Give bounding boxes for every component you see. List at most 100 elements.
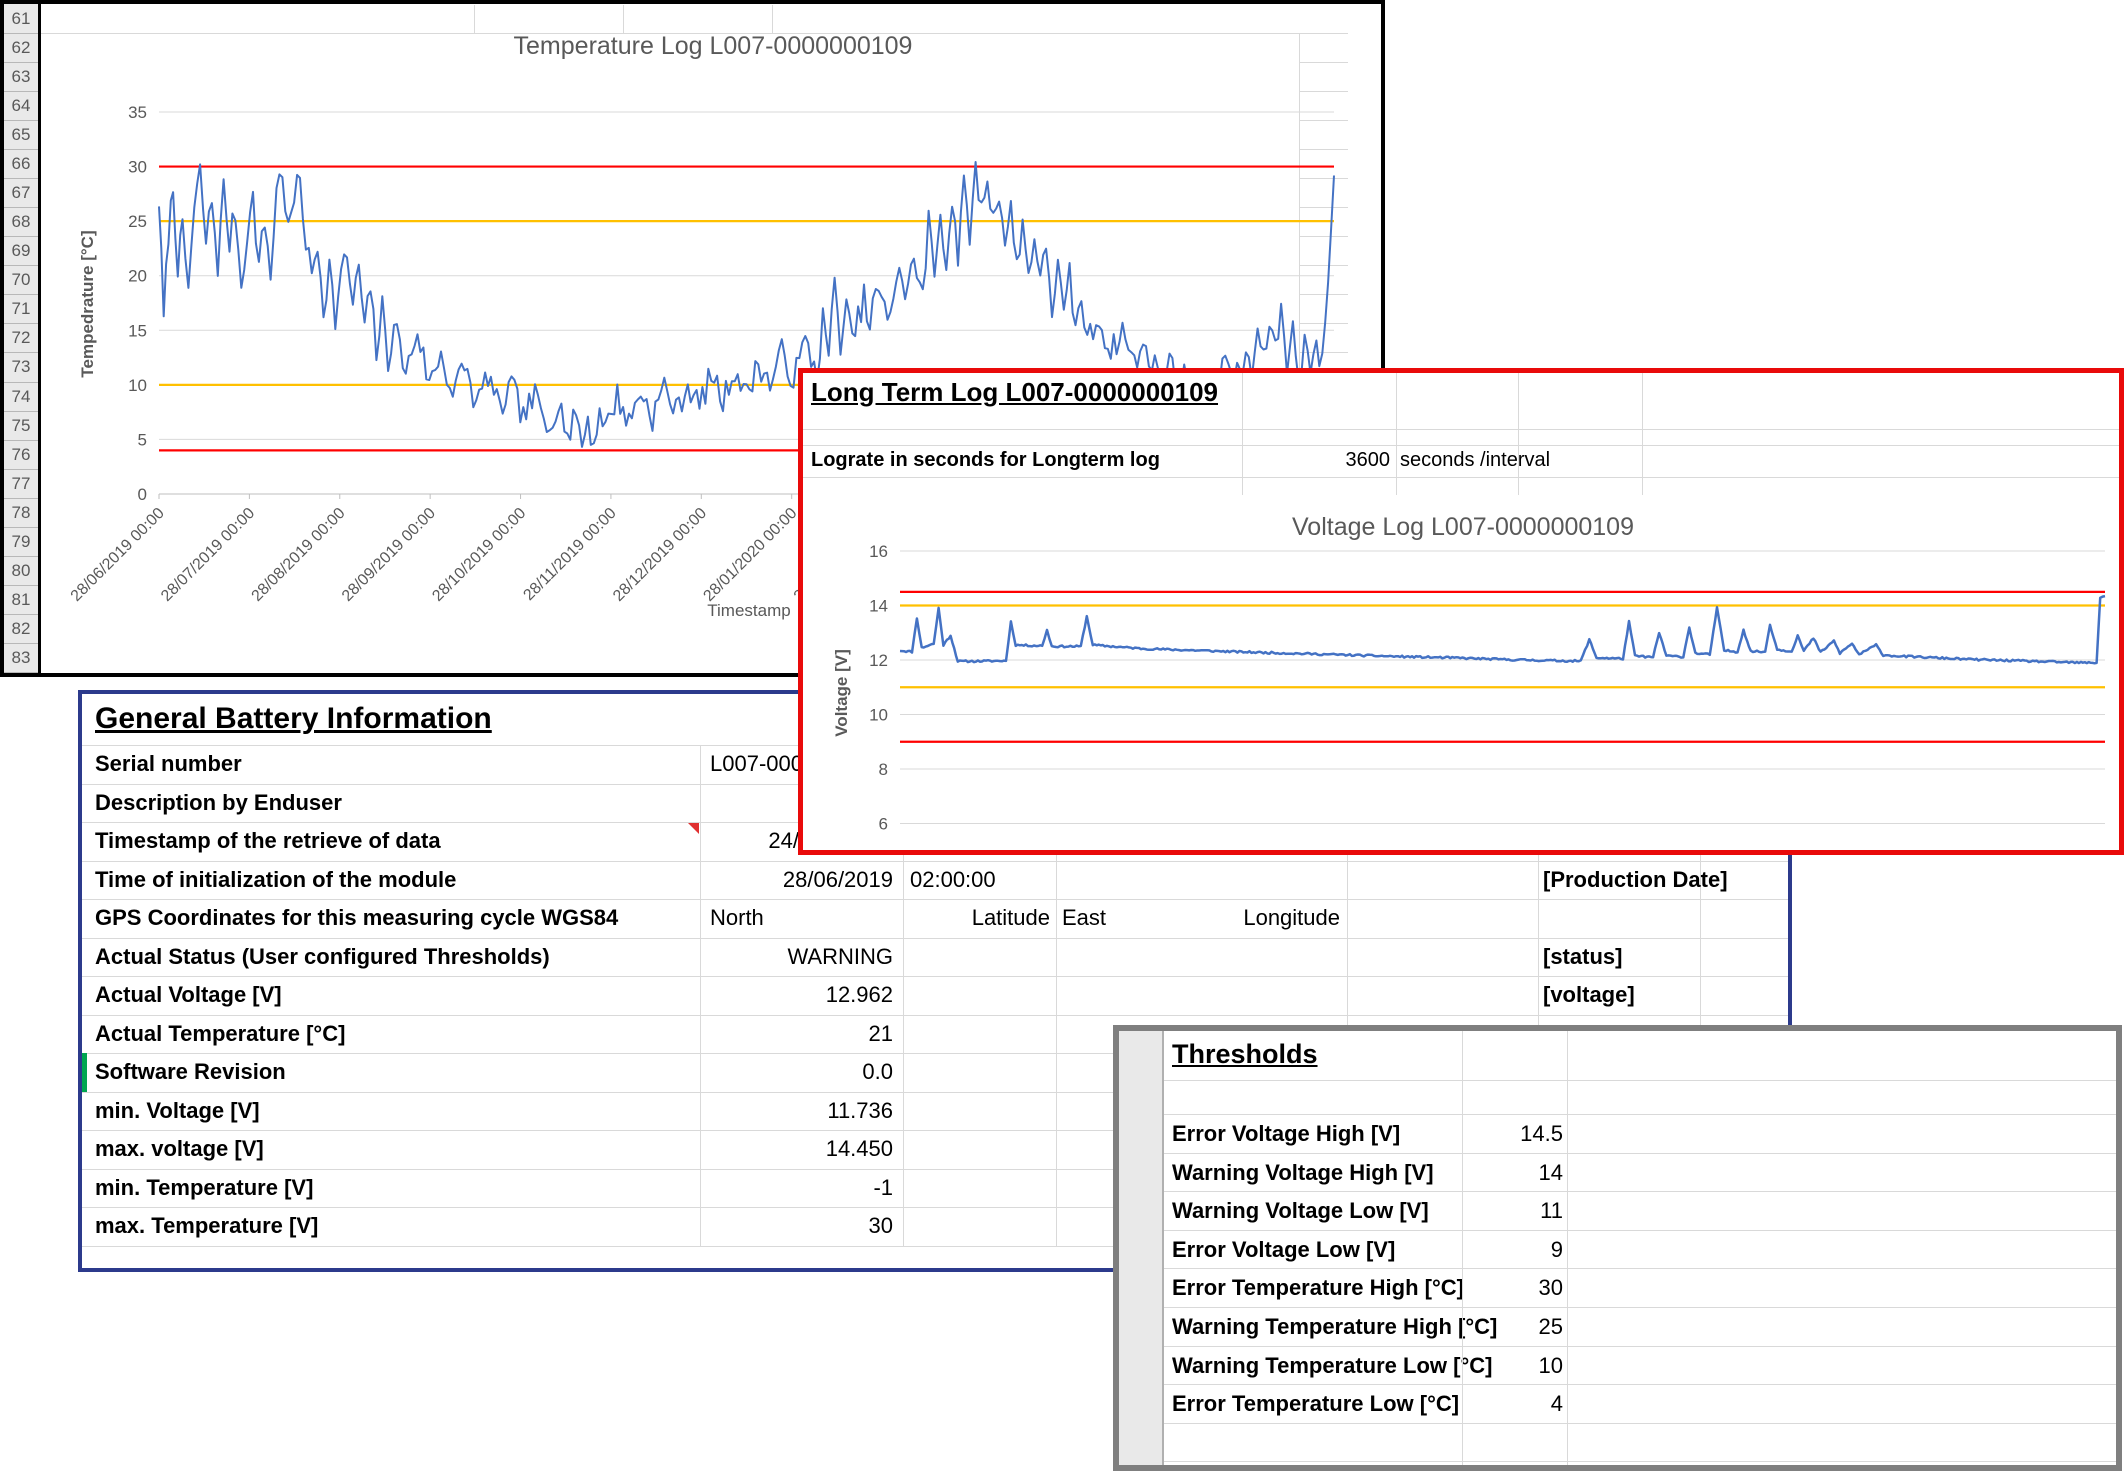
row-header-75[interactable]: 75 bbox=[4, 412, 38, 441]
thresholds-gutter-bg bbox=[1119, 1031, 1164, 1465]
svg-text:16: 16 bbox=[869, 542, 888, 561]
row-header-78[interactable]: 78 bbox=[4, 499, 38, 528]
threshold-value-error-voltage-high-v[interactable]: 14.5 bbox=[1363, 1121, 1563, 1147]
gridline bbox=[1164, 1268, 2116, 1269]
row-header-70[interactable]: 70 bbox=[4, 266, 38, 295]
battery-label-min-voltage-v[interactable]: min. Voltage [V] bbox=[95, 1098, 260, 1124]
gridline bbox=[82, 1015, 1788, 1016]
svg-text:14: 14 bbox=[869, 597, 888, 616]
row-header-81[interactable]: 81 bbox=[4, 586, 38, 615]
voltage-chart-svg: 6810121416Voltage Log L007-0000000109Vol… bbox=[803, 373, 2119, 850]
threshold-value-error-temperature-high-c[interactable]: 30 bbox=[1363, 1275, 1563, 1301]
battery-cell-c6-time-of-initialization-of-the-module[interactable]: [Production Date] bbox=[1543, 867, 1728, 893]
row-header-80[interactable]: 80 bbox=[4, 557, 38, 586]
thresholds-panel: 2223242526272829303132 ThresholdsError V… bbox=[1113, 1025, 2122, 1471]
row-header-71[interactable]: 71 bbox=[4, 295, 38, 324]
battery-value-actual-voltage-v[interactable]: 12.962 bbox=[582, 982, 893, 1008]
threshold-value-warning-voltage-high-v[interactable]: 14 bbox=[1363, 1160, 1563, 1186]
battery-value-max-voltage-v[interactable]: 14.450 bbox=[582, 1136, 893, 1162]
battery-cell-c4-gps-coordinates-for-this-measuring-cycle-wgs84[interactable]: East bbox=[1062, 905, 1106, 931]
svg-text:28/08/2019 00:00: 28/08/2019 00:00 bbox=[248, 505, 348, 605]
svg-text:25: 25 bbox=[128, 212, 147, 231]
battery-value-actual-temperature-c[interactable]: 21 bbox=[582, 1021, 893, 1047]
row-header-61[interactable]: 61 bbox=[4, 5, 38, 34]
thresholds-title[interactable]: Thresholds bbox=[1172, 1039, 1318, 1070]
row-header-72[interactable]: 72 bbox=[4, 324, 38, 353]
battery-label-time-of-initialization-of-the-module[interactable]: Time of initialization of the module bbox=[95, 867, 456, 893]
battery-cell-c6-actual-voltage-v[interactable]: [voltage] bbox=[1543, 982, 1635, 1008]
longterm-log-panel: Long Term Log L007-0000000109 Lograte in… bbox=[798, 368, 2124, 855]
battery-value-min-temperature-v[interactable]: -1 bbox=[582, 1175, 893, 1201]
gridline bbox=[1164, 1307, 2116, 1308]
row-header-83[interactable]: 83 bbox=[4, 644, 38, 673]
comment-marker bbox=[688, 823, 699, 834]
row-header-76[interactable]: 76 bbox=[4, 441, 38, 470]
row-header-67[interactable]: 67 bbox=[4, 179, 38, 208]
threshold-value-warning-temperature-high-c[interactable]: 25 bbox=[1363, 1314, 1563, 1340]
svg-text:Voltage Log L007-0000000109: Voltage Log L007-0000000109 bbox=[1292, 513, 1634, 541]
gridline bbox=[1164, 1230, 2116, 1231]
battery-value-gps-coordinates-for-this-measuring-cycle-wgs84[interactable]: North bbox=[710, 905, 764, 931]
gridline bbox=[82, 861, 1788, 862]
selection-marker bbox=[82, 1053, 87, 1092]
battery-value-software-revision[interactable]: 0.0 bbox=[582, 1059, 893, 1085]
battery-label-actual-voltage-v[interactable]: Actual Voltage [V] bbox=[95, 982, 282, 1008]
battery-value-min-voltage-v[interactable]: 11.736 bbox=[582, 1098, 893, 1124]
battery-value-max-temperature-v[interactable]: 30 bbox=[582, 1213, 893, 1239]
svg-text:10: 10 bbox=[869, 706, 888, 725]
battery-label-serial-number[interactable]: Serial number bbox=[95, 751, 242, 777]
gridline bbox=[1164, 1191, 2116, 1192]
threshold-value-warning-temperature-low-c[interactable]: 10 bbox=[1363, 1353, 1563, 1379]
battery-label-actual-temperature-c[interactable]: Actual Temperature [°C] bbox=[95, 1021, 345, 1047]
row-header-74[interactable]: 74 bbox=[4, 383, 38, 412]
battery-cell-c6-actual-status-user-configured-thresholds[interactable]: [status] bbox=[1543, 944, 1622, 970]
battery-value-time-of-initialization-of-the-module[interactable]: 28/06/2019 bbox=[582, 867, 893, 893]
battery-label-actual-status-user-configured-thresholds[interactable]: Actual Status (User configured Threshold… bbox=[95, 944, 550, 970]
gridline bbox=[1164, 1423, 2116, 1424]
svg-text:28/11/2019 00:00: 28/11/2019 00:00 bbox=[520, 505, 619, 604]
gridline bbox=[1164, 1384, 2116, 1385]
svg-text:12: 12 bbox=[869, 651, 888, 670]
battery-label-description-by-enduser[interactable]: Description by Enduser bbox=[95, 790, 342, 816]
gridline bbox=[82, 899, 1788, 900]
row-header-64[interactable]: 64 bbox=[4, 92, 38, 121]
svg-text:Temperature Log L007-00000001: Temperature Log L007-0000000109 bbox=[514, 32, 913, 60]
svg-text:28/10/2019 00:00: 28/10/2019 00:00 bbox=[429, 505, 529, 605]
battery-label-min-temperature-v[interactable]: min. Temperature [V] bbox=[95, 1175, 313, 1201]
row-header-79[interactable]: 79 bbox=[4, 528, 38, 557]
screenshot-canvas: 6162636465666768697071727374757677787980… bbox=[0, 0, 2126, 1473]
battery-value-actual-status-user-configured-thresholds[interactable]: WARNING bbox=[582, 944, 893, 970]
svg-text:28/09/2019 00:00: 28/09/2019 00:00 bbox=[339, 505, 439, 605]
row-header-63[interactable]: 63 bbox=[4, 63, 38, 92]
row-header-62[interactable]: 62 bbox=[4, 34, 38, 63]
battery-cell-c3-gps-coordinates-for-this-measuring-cycle-wgs84[interactable]: Latitude bbox=[910, 905, 1050, 931]
svg-text:Timestamp: Timestamp bbox=[707, 601, 790, 620]
temp-row-gutter: 6162636465666768697071727374757677787980… bbox=[4, 4, 41, 673]
threshold-value-error-voltage-low-v[interactable]: 9 bbox=[1363, 1237, 1563, 1263]
svg-text:28/01/2020 00:00: 28/01/2020 00:00 bbox=[700, 505, 800, 605]
row-header-73[interactable]: 73 bbox=[4, 353, 38, 382]
threshold-label-error-voltage-low-v[interactable]: Error Voltage Low [V] bbox=[1172, 1237, 1395, 1263]
battery-panel-title[interactable]: General Battery Information bbox=[95, 702, 492, 736]
row-header-77[interactable]: 77 bbox=[4, 470, 38, 499]
row-header-69[interactable]: 69 bbox=[4, 237, 38, 266]
row-header-66[interactable]: 66 bbox=[4, 150, 38, 179]
row-header-68[interactable]: 68 bbox=[4, 208, 38, 237]
row-header-65[interactable]: 65 bbox=[4, 121, 38, 150]
battery-cell-c3-time-of-initialization-of-the-module[interactable]: 02:00:00 bbox=[910, 867, 996, 893]
battery-label-max-temperature-v[interactable]: max. Temperature [V] bbox=[95, 1213, 318, 1239]
gridline bbox=[1462, 1031, 1463, 1465]
battery-label-timestamp-of-the-retrieve-of-data[interactable]: Timestamp of the retrieve of data bbox=[95, 828, 441, 854]
row-header-82[interactable]: 82 bbox=[4, 615, 38, 644]
voltage-chart[interactable]: 6810121416Voltage Log L007-0000000109Vol… bbox=[803, 503, 2119, 850]
battery-cell-c5-gps-coordinates-for-this-measuring-cycle-wgs84[interactable]: Longitude bbox=[1120, 905, 1340, 931]
threshold-value-warning-voltage-low-v[interactable]: 11 bbox=[1363, 1198, 1563, 1224]
battery-label-max-voltage-v[interactable]: max. voltage [V] bbox=[95, 1136, 264, 1162]
svg-text:20: 20 bbox=[128, 267, 147, 286]
svg-text:Tempedrature [°C]: Tempedrature [°C] bbox=[78, 230, 97, 377]
threshold-value-error-temperature-low-c[interactable]: 4 bbox=[1363, 1391, 1563, 1417]
svg-text:28/07/2019 00:00: 28/07/2019 00:00 bbox=[158, 505, 258, 605]
battery-label-software-revision[interactable]: Software Revision bbox=[95, 1059, 286, 1085]
battery-label-gps-coordinates-for-this-measuring-cycle-wgs84[interactable]: GPS Coordinates for this measuring cycle… bbox=[95, 905, 618, 931]
gridline bbox=[82, 976, 1788, 977]
